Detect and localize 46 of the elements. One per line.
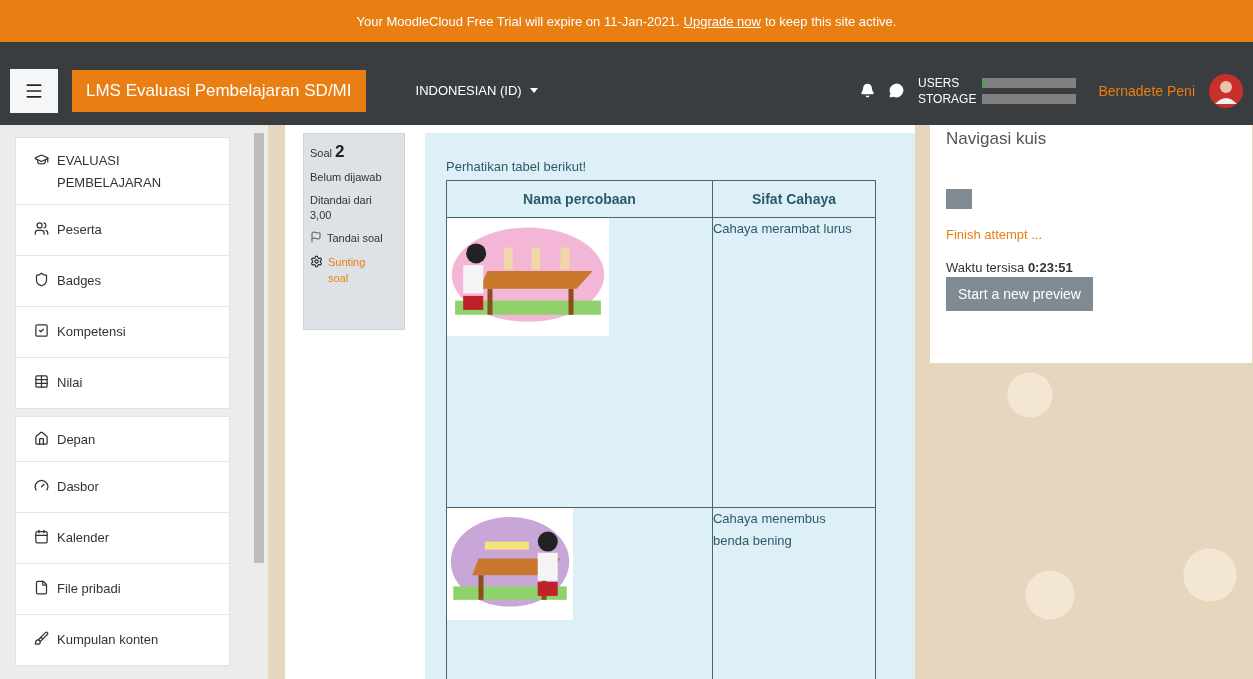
nav-item[interactable]: Kompetensi <box>16 306 229 357</box>
question-text: Perhatikan tabel berikut! <box>446 159 588 174</box>
scrollbar[interactable] <box>254 133 264 563</box>
language-menu[interactable]: INDONESIAN (ID) <box>409 82 544 99</box>
flag-link[interactable]: Tandai soal <box>327 231 383 246</box>
nav-item[interactable]: Kumpulan konten <box>16 614 229 665</box>
flag-icon <box>310 231 322 243</box>
nav-item[interactable]: EVALUASI PEMBELAJARAN <box>16 138 229 204</box>
users-icon <box>34 221 49 236</box>
bell-icon[interactable] <box>860 83 875 98</box>
table-cell: Cahaya menembus benda bening <box>712 507 876 679</box>
settings-icon <box>310 255 323 268</box>
table-icon <box>34 374 49 389</box>
banner-text: Your MoodleCloud Free Trial will expire on 11-Jan-2021. <box>356 13 680 29</box>
menu-button[interactable] <box>10 68 58 113</box>
banner-text: to keep this site active. <box>764 13 897 29</box>
nav-item[interactable]: Kalender <box>16 512 229 563</box>
nav-item[interactable]: Badges <box>16 255 229 306</box>
nav-item[interactable]: Peserta <box>16 204 229 255</box>
graduation-cap-icon <box>34 152 49 167</box>
calendar-icon <box>34 529 49 544</box>
time-remaining: Waktu tersisa 0:23:51 <box>946 260 1074 275</box>
gauge-icon <box>34 478 49 493</box>
usage-label: USERS <box>918 74 961 91</box>
question-number: 2 <box>335 142 345 162</box>
question-label: Soal <box>310 147 333 159</box>
file-icon <box>34 580 49 595</box>
nav-item[interactable]: Dasbor <box>16 461 229 512</box>
block-title: Navigasi kuis <box>946 129 1048 149</box>
question-marks: Ditandai dari 3,00 <box>310 193 373 223</box>
avatar[interactable] <box>1209 73 1243 108</box>
chat-icon[interactable] <box>889 83 904 98</box>
column-header: Nama percobaan <box>446 180 713 218</box>
brush-icon <box>34 631 49 646</box>
question-state: Belum dijawab <box>310 170 383 185</box>
home-icon <box>34 431 49 446</box>
shield-icon <box>34 272 49 287</box>
checkbox-icon <box>34 323 49 338</box>
column-header: Sifat Cahaya <box>712 180 876 218</box>
nav-item[interactable]: Depan <box>16 417 229 461</box>
nav-item[interactable]: Nilai <box>16 357 229 408</box>
nav-item[interactable]: File pribadi <box>16 563 229 614</box>
user-name-link[interactable]: Bernadete Peni <box>1098 82 1195 99</box>
new-preview-button[interactable]: Start a new preview <box>946 277 1093 311</box>
usage-label: STORAGE <box>918 90 977 107</box>
table-cell: Cahaya merambat lurus <box>712 217 876 508</box>
